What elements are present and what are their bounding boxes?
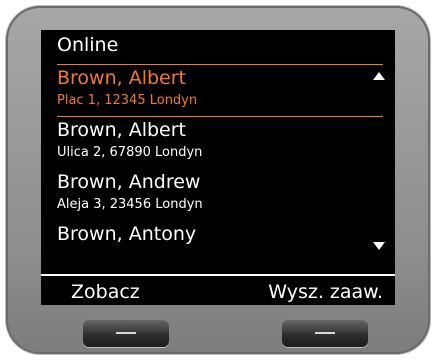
contact-address: Aleja 3, 23456 Londyn (57, 197, 203, 212)
contact-name: Brown, Andrew (57, 171, 201, 193)
screen-title: Online (57, 34, 119, 56)
dash-icon (315, 332, 335, 334)
right-hardware-softkey-button[interactable] (282, 319, 368, 347)
softkey-advanced-search-button[interactable]: Wysz. zaaw. (268, 280, 383, 304)
list-item[interactable]: Brown, Andrew Aleja 3, 23456 Londyn (41, 168, 395, 220)
softkey-view-button[interactable]: Zobacz (71, 280, 140, 304)
list-item[interactable]: Brown, Albert Plac 1, 12345 Londyn (41, 64, 395, 116)
left-hardware-softkey-button[interactable] (83, 319, 169, 347)
list-item[interactable]: Brown, Antony (41, 220, 395, 272)
softkey-bar: Zobacz Wysz. zaaw. (41, 274, 395, 307)
dash-icon (116, 332, 136, 334)
contact-list[interactable]: Brown, Albert Plac 1, 12345 Londyn Brown… (41, 64, 395, 272)
contact-address: Ulica 2, 67890 Londyn (57, 145, 203, 160)
contact-address: Plac 1, 12345 Londyn (57, 93, 198, 108)
contact-name: Brown, Albert (57, 119, 187, 141)
contact-name: Brown, Antony (57, 223, 197, 245)
display-screen: Online Brown, Albert Plac 1, 12345 Londy… (41, 30, 395, 305)
scroll-up-icon (373, 72, 385, 80)
contact-name: Brown, Albert (57, 67, 187, 89)
list-item[interactable]: Brown, Albert Ulica 2, 67890 Londyn (41, 116, 395, 168)
scroll-down-icon (373, 242, 385, 250)
